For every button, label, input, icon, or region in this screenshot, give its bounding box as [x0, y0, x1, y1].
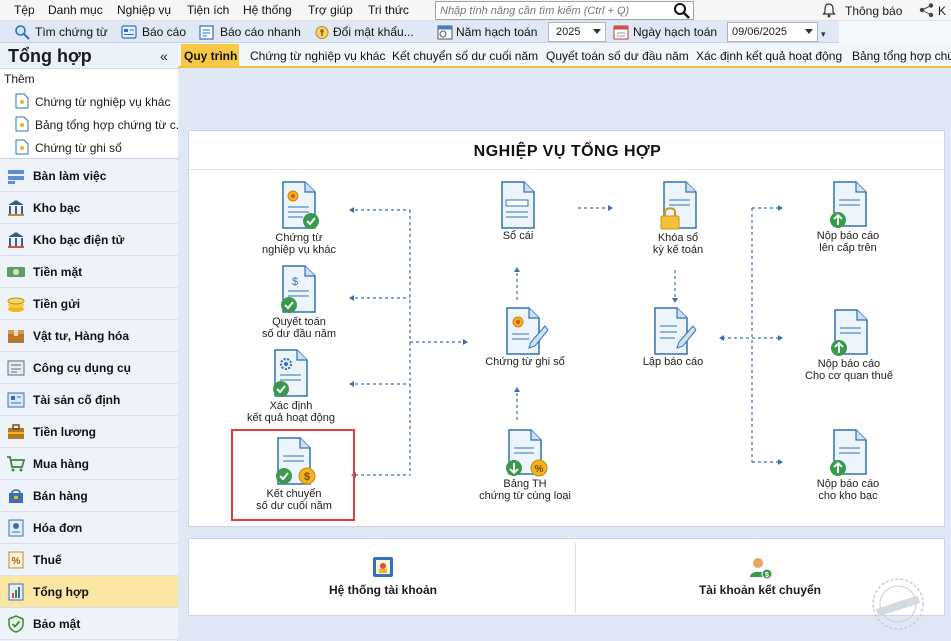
node-label: Sổ cái	[502, 230, 534, 242]
node-label: Nộp báo cáo	[816, 230, 880, 242]
accounts-system-card[interactable]: Hệ thống tài khoản	[300, 556, 466, 597]
node-label: Khóa sổ	[657, 232, 699, 244]
gear-document-icon	[273, 349, 308, 397]
node-general-ledger[interactable]: Sổ cái	[480, 180, 556, 242]
ledger-document-icon	[501, 181, 535, 229]
node-operating-result[interactable]: Xác định kết quả hoạt động	[238, 348, 344, 424]
node-label: Bảng TH	[503, 478, 547, 490]
certificate-document-icon	[282, 181, 319, 229]
edit-document-icon	[506, 307, 549, 355]
node-label: Xác định	[269, 400, 313, 412]
node-create-report[interactable]: Lập báo cáo	[630, 306, 716, 368]
node-other-vouchers[interactable]: Chứng từ nghiệp vụ khác	[249, 180, 349, 256]
node-label: số dư đầu năm	[261, 328, 337, 340]
lock-document-icon	[660, 181, 697, 230]
user-money-icon: $	[750, 558, 772, 580]
svg-text:$: $	[292, 276, 298, 288]
percent-document-icon: %	[506, 429, 548, 477]
node-label: lên cấp trên	[819, 242, 877, 254]
transfer-accounts-card[interactable]: $ Tài khoản kết chuyển	[680, 556, 840, 597]
upload-document-icon	[831, 309, 868, 356]
node-label: Chứng từ ghi sổ	[485, 356, 565, 368]
node-label: Nộp báo cáo	[816, 478, 880, 490]
divider	[575, 543, 576, 613]
node-label: cho kho bạc	[818, 490, 878, 502]
node-label: Chứng từ	[275, 232, 323, 244]
dollar-document-icon: $	[281, 265, 316, 313]
node-label: kỳ kế toán	[652, 244, 704, 256]
node-label: kết quả hoạt động	[246, 412, 336, 424]
node-label: Lập báo cáo	[642, 356, 704, 368]
edit-document-icon	[654, 307, 697, 355]
node-opening-balance[interactable]: $ Quyết toán số dư đầu năm	[244, 264, 354, 340]
node-posting-voucher[interactable]: Chứng từ ghi sổ	[472, 306, 578, 368]
node-label: chứng từ cùng loại	[479, 490, 571, 502]
upload-document-icon	[830, 181, 867, 228]
node-lock-period[interactable]: Khóa sổ kỳ kế toán	[640, 180, 716, 256]
node-label: Cho cơ quan thuế	[805, 370, 893, 382]
highlight-box	[231, 429, 355, 521]
node-submit-superior[interactable]: Nộp báo cáo lên cấp trên	[800, 180, 896, 254]
node-label: Quyết toán	[272, 316, 326, 328]
transfer-accounts-label: Tài khoản kết chuyển	[698, 583, 822, 597]
account-book-icon	[373, 557, 393, 577]
node-label: Nộp báo cáo	[817, 358, 881, 370]
node-summary-table[interactable]: % Bảng TH chứng từ cùng loại	[470, 428, 580, 502]
accounts-system-label: Hệ thống tài khoản	[329, 583, 437, 597]
watermark-seal-icon	[872, 578, 924, 630]
node-submit-tax[interactable]: Nộp báo cáo Cho cơ quan thuế	[794, 308, 904, 382]
svg-text:%: %	[535, 464, 544, 475]
svg-text:$: $	[765, 572, 769, 579]
node-label: nghiệp vụ khác	[262, 244, 336, 256]
upload-document-icon	[830, 429, 867, 476]
node-submit-treasury[interactable]: Nộp báo cáo cho kho bạc	[800, 428, 896, 502]
